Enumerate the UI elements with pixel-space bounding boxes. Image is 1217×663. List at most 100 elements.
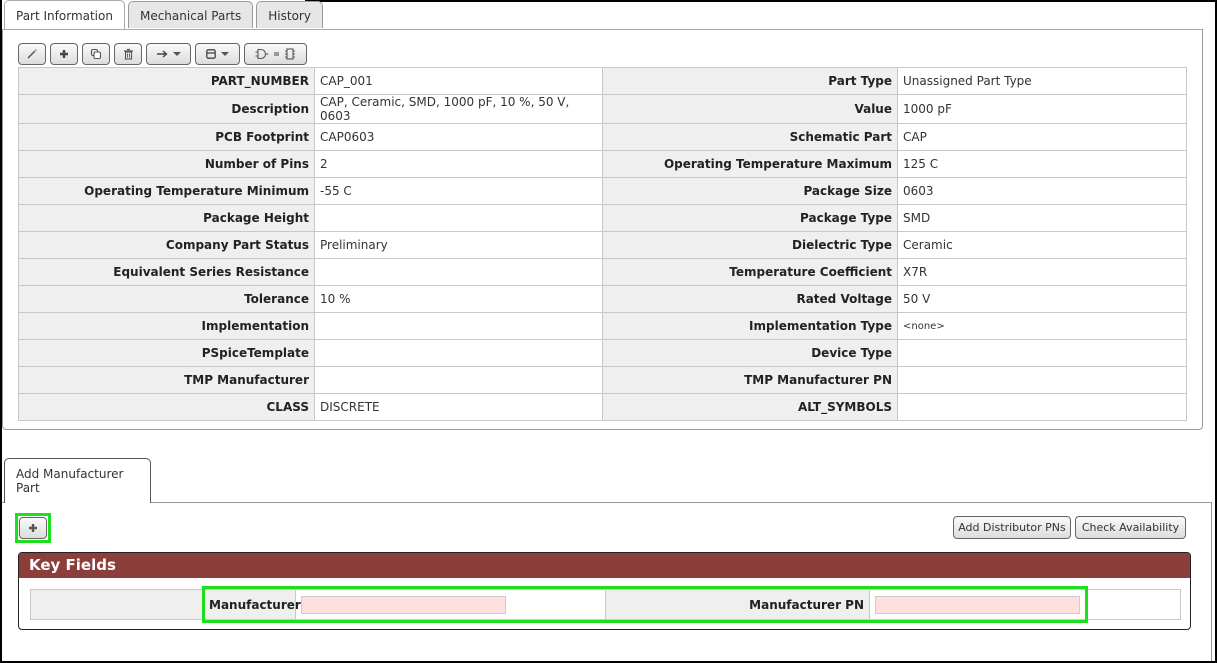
property-row: CLASS DISCRETE ALT_SYMBOLS bbox=[18, 393, 1187, 421]
property-label: Company Part Status bbox=[18, 231, 315, 259]
property-label: Device Type bbox=[602, 339, 898, 367]
move-dropdown-button[interactable] bbox=[146, 43, 191, 65]
property-value[interactable]: CAP0603 bbox=[314, 123, 603, 151]
copy-icon bbox=[90, 48, 102, 60]
property-value[interactable]: Unassigned Part Type bbox=[897, 67, 1187, 95]
property-label: Number of Pins bbox=[18, 150, 315, 178]
manufacturer-pn-label: Manufacturer PN bbox=[605, 589, 870, 620]
property-value[interactable]: CAP, Ceramic, SMD, 1000 pF, 10 %, 50 V, … bbox=[314, 94, 603, 124]
manufacturer-pn-cell bbox=[869, 589, 1181, 620]
property-label: Equivalent Series Resistance bbox=[18, 258, 315, 286]
save-icon bbox=[206, 49, 216, 59]
key-fields-panel: Key Fields Manufacturer Manufacturer PN bbox=[18, 552, 1191, 630]
manufacturer-input[interactable] bbox=[301, 595, 506, 614]
property-value[interactable]: 50 V bbox=[897, 285, 1187, 313]
plus-icon bbox=[29, 524, 37, 532]
tab-add-manufacturer-part[interactable]: Add Manufacturer Part bbox=[4, 458, 151, 503]
property-label: ALT_SYMBOLS bbox=[602, 393, 898, 421]
property-value[interactable] bbox=[314, 366, 603, 394]
property-label: CLASS bbox=[18, 393, 315, 421]
property-label: Schematic Part bbox=[602, 123, 898, 151]
logic-gate-icon bbox=[255, 48, 269, 60]
property-row: Equivalent Series Resistance Temperature … bbox=[18, 258, 1187, 286]
property-value[interactable]: -55 C bbox=[314, 177, 603, 205]
property-value[interactable]: 10 % bbox=[314, 285, 603, 313]
property-label: TMP Manufacturer bbox=[18, 366, 315, 394]
property-value[interactable] bbox=[897, 393, 1187, 421]
chip-footprint-icon bbox=[285, 48, 295, 60]
property-value[interactable]: 1000 pF bbox=[897, 94, 1187, 124]
delete-button[interactable] bbox=[114, 43, 142, 65]
property-row: PART_NUMBER CAP_001 Part Type Unassigned Pa… bbox=[18, 67, 1187, 95]
property-label: Description bbox=[18, 94, 315, 124]
property-row: Description CAP, Ceramic, SMD, 1000 pF, 1… bbox=[18, 94, 1187, 124]
tab-part-information[interactable]: Part Information bbox=[4, 0, 125, 30]
manufacturer-pn-input[interactable] bbox=[875, 595, 1080, 614]
property-value[interactable]: 2 bbox=[314, 150, 603, 178]
save-dropdown-button[interactable] bbox=[195, 43, 240, 65]
property-value[interactable] bbox=[314, 312, 603, 340]
separator-dot-icon bbox=[274, 52, 279, 56]
property-value[interactable]: SMD bbox=[897, 204, 1187, 232]
property-label: Dielectric Type bbox=[602, 231, 898, 259]
manufacturer-label: Manufacturer bbox=[203, 589, 301, 620]
property-value[interactable] bbox=[897, 366, 1187, 394]
property-value[interactable]: Ceramic bbox=[897, 231, 1187, 259]
add-manufacturer-part-button[interactable] bbox=[19, 517, 47, 539]
property-value[interactable] bbox=[897, 339, 1187, 367]
tab-history[interactable]: History bbox=[256, 1, 323, 28]
property-row: TMP Manufacturer TMP Manufacturer PN bbox=[18, 366, 1187, 394]
chevron-down-icon bbox=[221, 52, 229, 56]
property-row: PSpiceTemplate Device Type bbox=[18, 339, 1187, 367]
part-properties-table: PART_NUMBER CAP_001 Part Type Unassigned Pa… bbox=[18, 67, 1187, 421]
key-fields-title: Key Fields bbox=[19, 553, 1190, 578]
property-label: Rated Voltage bbox=[602, 285, 898, 313]
property-value[interactable] bbox=[314, 204, 603, 232]
plus-icon bbox=[60, 50, 68, 58]
window-border-top bbox=[305, 0, 1217, 2]
pencil-icon bbox=[27, 49, 37, 59]
property-label: Part Type bbox=[602, 67, 898, 95]
property-label: Value bbox=[602, 94, 898, 124]
add-button[interactable] bbox=[50, 43, 78, 65]
add-distributor-pns-button[interactable]: Add Distributor PNs bbox=[953, 516, 1071, 539]
key-fields-spacer bbox=[30, 589, 204, 620]
property-label: Package Height bbox=[18, 204, 315, 232]
property-label: Implementation bbox=[18, 312, 315, 340]
property-label: PSpiceTemplate bbox=[18, 339, 315, 367]
property-value[interactable] bbox=[314, 339, 603, 367]
property-label: Temperature Coefficient bbox=[602, 258, 898, 286]
property-value[interactable]: 0603 bbox=[897, 177, 1187, 205]
property-label: Implementation Type bbox=[602, 312, 898, 340]
property-value[interactable] bbox=[314, 258, 603, 286]
property-label: Package Type bbox=[602, 204, 898, 232]
property-row: Package Height Package Type SMD bbox=[18, 204, 1187, 232]
property-row: Number of Pins 2 Operating Temperature Max… bbox=[18, 150, 1187, 178]
property-row: Operating Temperature Minimum -55 C Packag… bbox=[18, 177, 1187, 205]
part-toolbar bbox=[18, 43, 307, 65]
property-value[interactable]: X7R bbox=[897, 258, 1187, 286]
property-value[interactable]: CAP bbox=[897, 123, 1187, 151]
check-availability-button[interactable]: Check Availability bbox=[1075, 516, 1186, 539]
property-value[interactable]: 125 C bbox=[897, 150, 1187, 178]
property-label: PCB Footprint bbox=[18, 123, 315, 151]
trash-icon bbox=[123, 48, 133, 60]
property-value[interactable]: CAP_001 bbox=[314, 67, 603, 95]
property-value[interactable]: DISCRETE bbox=[314, 393, 603, 421]
property-label: TMP Manufacturer PN bbox=[602, 366, 898, 394]
property-row: Tolerance 10 % Rated Voltage 50 V bbox=[18, 285, 1187, 313]
part-tabs: Part Information Mechanical Parts Histor… bbox=[4, 0, 323, 30]
tab-mechanical-parts[interactable]: Mechanical Parts bbox=[127, 1, 254, 28]
symbol-footprint-button[interactable] bbox=[244, 43, 307, 65]
property-label: Operating Temperature Minimum bbox=[18, 177, 315, 205]
edit-button[interactable] bbox=[18, 43, 46, 65]
copy-button[interactable] bbox=[82, 43, 110, 65]
property-value[interactable]: <none> bbox=[897, 312, 1187, 340]
manufacturer-cell bbox=[295, 589, 606, 620]
key-fields-row: Manufacturer Manufacturer PN bbox=[30, 589, 1181, 620]
property-label: Tolerance bbox=[18, 285, 315, 313]
key-fields-table: Manufacturer Manufacturer PN bbox=[30, 589, 1181, 620]
arrow-right-icon bbox=[156, 50, 168, 58]
property-value[interactable]: Preliminary bbox=[314, 231, 603, 259]
property-row: Company Part Status Preliminary Dielectric… bbox=[18, 231, 1187, 259]
